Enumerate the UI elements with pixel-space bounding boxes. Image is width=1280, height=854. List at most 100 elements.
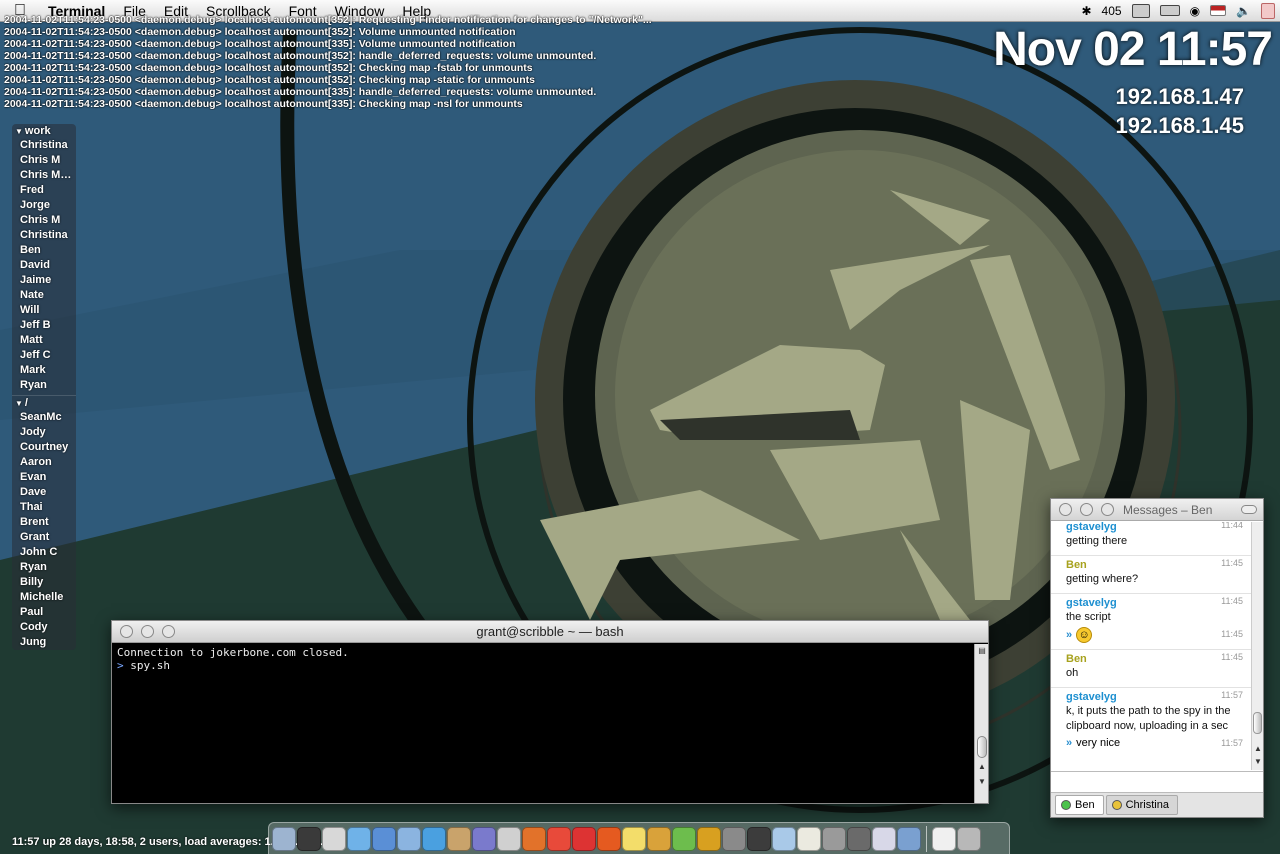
grab-dock-icon[interactable] [822, 826, 846, 851]
terminal-scrollbar[interactable]: ▤ ▲ ▼ [974, 644, 988, 803]
buddy-item[interactable]: Paul [12, 605, 76, 620]
tv-dock-icon[interactable] [697, 826, 721, 851]
buddy-item[interactable]: John C [12, 545, 76, 560]
buddy-item[interactable]: Ben [12, 243, 76, 258]
buddy-item[interactable]: Chris M… [12, 168, 76, 183]
messages-scrollbar[interactable]: ▲ ▼ [1251, 522, 1263, 770]
tab-ben[interactable]: Ben [1055, 795, 1104, 815]
buddy-item[interactable]: Nate [12, 288, 76, 303]
search-dock-icon[interactable] [847, 826, 871, 851]
buddy-item[interactable]: Matt [12, 333, 76, 348]
buddy-item[interactable]: Jung [12, 635, 76, 650]
status-counter[interactable]: 405 [1097, 4, 1127, 18]
buddy-item[interactable]: Thai [12, 500, 76, 515]
buddy-item[interactable]: Cody [12, 620, 76, 635]
volume-icon[interactable]: 🔈 [1231, 4, 1256, 18]
stickies-dock-icon[interactable] [622, 826, 646, 851]
buddy-item[interactable]: Dave [12, 485, 76, 500]
photos-dock-icon[interactable] [897, 826, 921, 851]
dictionary-dock-icon[interactable] [772, 826, 796, 851]
zoom-button[interactable] [1101, 503, 1114, 516]
scroll-down-arrow-icon[interactable]: ▼ [1252, 757, 1264, 766]
messages-titlebar[interactable]: Messages – Ben [1051, 499, 1263, 521]
minimize-button[interactable] [1080, 503, 1093, 516]
mail-dock-icon[interactable] [372, 826, 396, 851]
address-book-dock-icon[interactable] [447, 826, 471, 851]
tab-christina[interactable]: Christina [1105, 795, 1178, 815]
bluetooth-icon[interactable]: ✱ [1076, 4, 1096, 18]
split-pane-icon[interactable]: ▤ [975, 646, 989, 655]
disclosure-triangle-icon[interactable]: ▼ [15, 399, 23, 408]
zoom-button[interactable] [162, 625, 175, 638]
buddy-item[interactable]: Mark [12, 363, 76, 378]
flag-icon[interactable] [1205, 5, 1231, 16]
message-sender: gstavelyg [1066, 691, 1117, 703]
buddy-item[interactable]: Jaime [12, 273, 76, 288]
buddy-item[interactable]: Courtney [12, 440, 76, 455]
group-header[interactable]: ▼ work [12, 124, 76, 138]
message-input[interactable] [1051, 771, 1263, 793]
safari-dock-icon[interactable] [422, 826, 446, 851]
scroll-up-arrow-icon[interactable]: ▲ [975, 762, 989, 771]
message-text: getting there [1066, 535, 1128, 547]
terminal-line: Connection to jokerbone.com closed. [117, 646, 349, 659]
disclosure-triangle-icon[interactable]: ▼ [15, 127, 23, 136]
message-entry: Ben 11:45 oh [1051, 650, 1251, 688]
scroll-up-arrow-icon[interactable]: ▲ [1252, 744, 1264, 753]
buddy-item[interactable]: Evan [12, 470, 76, 485]
buddy-item[interactable]: David [12, 258, 76, 273]
scroll-thumb[interactable] [1253, 712, 1262, 734]
battery-icon[interactable] [1155, 5, 1185, 16]
terminal-dock-icon[interactable] [297, 826, 321, 851]
buddy-item[interactable]: Christina [12, 138, 76, 153]
display-icon[interactable] [1127, 3, 1155, 18]
vpn-dock-icon[interactable] [472, 826, 496, 851]
close-button[interactable] [1059, 503, 1072, 516]
ical-dock-icon[interactable] [547, 826, 571, 851]
buddy-item[interactable]: Chris M [12, 153, 76, 168]
document-dock-icon[interactable] [932, 826, 956, 851]
buddy-item[interactable]: Chris M [12, 213, 76, 228]
adium-dock-icon[interactable] [647, 826, 671, 851]
firefox-dock-icon[interactable] [522, 826, 546, 851]
buddy-item[interactable]: Billy [12, 575, 76, 590]
ichat-dock-icon[interactable] [672, 826, 696, 851]
buddy-item[interactable]: Christina [12, 228, 76, 243]
textedit-dock-icon[interactable] [497, 826, 521, 851]
scroll-thumb[interactable] [977, 736, 987, 758]
buddy-item[interactable]: Fred [12, 183, 76, 198]
terminal-output[interactable]: Connection to jokerbone.com closed. > sp… [112, 644, 974, 803]
buddy-item[interactable]: Jody [12, 425, 76, 440]
buddy-item[interactable]: Brent [12, 515, 76, 530]
buddy-item[interactable]: Ryan [12, 378, 76, 393]
group-header[interactable]: ▼ / [12, 396, 76, 410]
buddy-item[interactable]: Jeff B [12, 318, 76, 333]
preview-dock-icon[interactable] [397, 826, 421, 851]
message-text: very nice [1076, 737, 1121, 749]
buddy-item[interactable]: SeanMc [12, 410, 76, 425]
terminal-titlebar[interactable]: grant@scribble ~ — bash [112, 621, 988, 643]
buddy-item[interactable]: Michelle [12, 590, 76, 605]
wifi-icon[interactable]: ◉ [1185, 4, 1205, 18]
buddy-item[interactable]: Ryan [12, 560, 76, 575]
console-dock-icon[interactable] [322, 826, 346, 851]
scroll-down-arrow-icon[interactable]: ▼ [975, 777, 989, 786]
notes-dock-icon[interactable] [797, 826, 821, 851]
buddy-item[interactable]: Grant [12, 530, 76, 545]
newsreader-dock-icon[interactable] [872, 826, 896, 851]
flash-dock-icon[interactable] [597, 826, 621, 851]
minimize-button[interactable] [141, 625, 154, 638]
user-icon[interactable] [1256, 2, 1280, 19]
finder-dock-icon[interactable] [272, 826, 296, 851]
toolbar-toggle-button[interactable] [1241, 505, 1257, 514]
calculator-dock-icon[interactable] [747, 826, 771, 851]
buddy-item[interactable]: Will [12, 303, 76, 318]
tomato-dock-icon[interactable] [572, 826, 596, 851]
close-button[interactable] [120, 625, 133, 638]
itunes-dock-icon[interactable] [347, 826, 371, 851]
buddy-item[interactable]: Jeff C [12, 348, 76, 363]
buddy-item[interactable]: Jorge [12, 198, 76, 213]
system-prefs-dock-icon[interactable] [722, 826, 746, 851]
trash-dock-icon[interactable] [957, 826, 981, 851]
buddy-item[interactable]: Aaron [12, 455, 76, 470]
